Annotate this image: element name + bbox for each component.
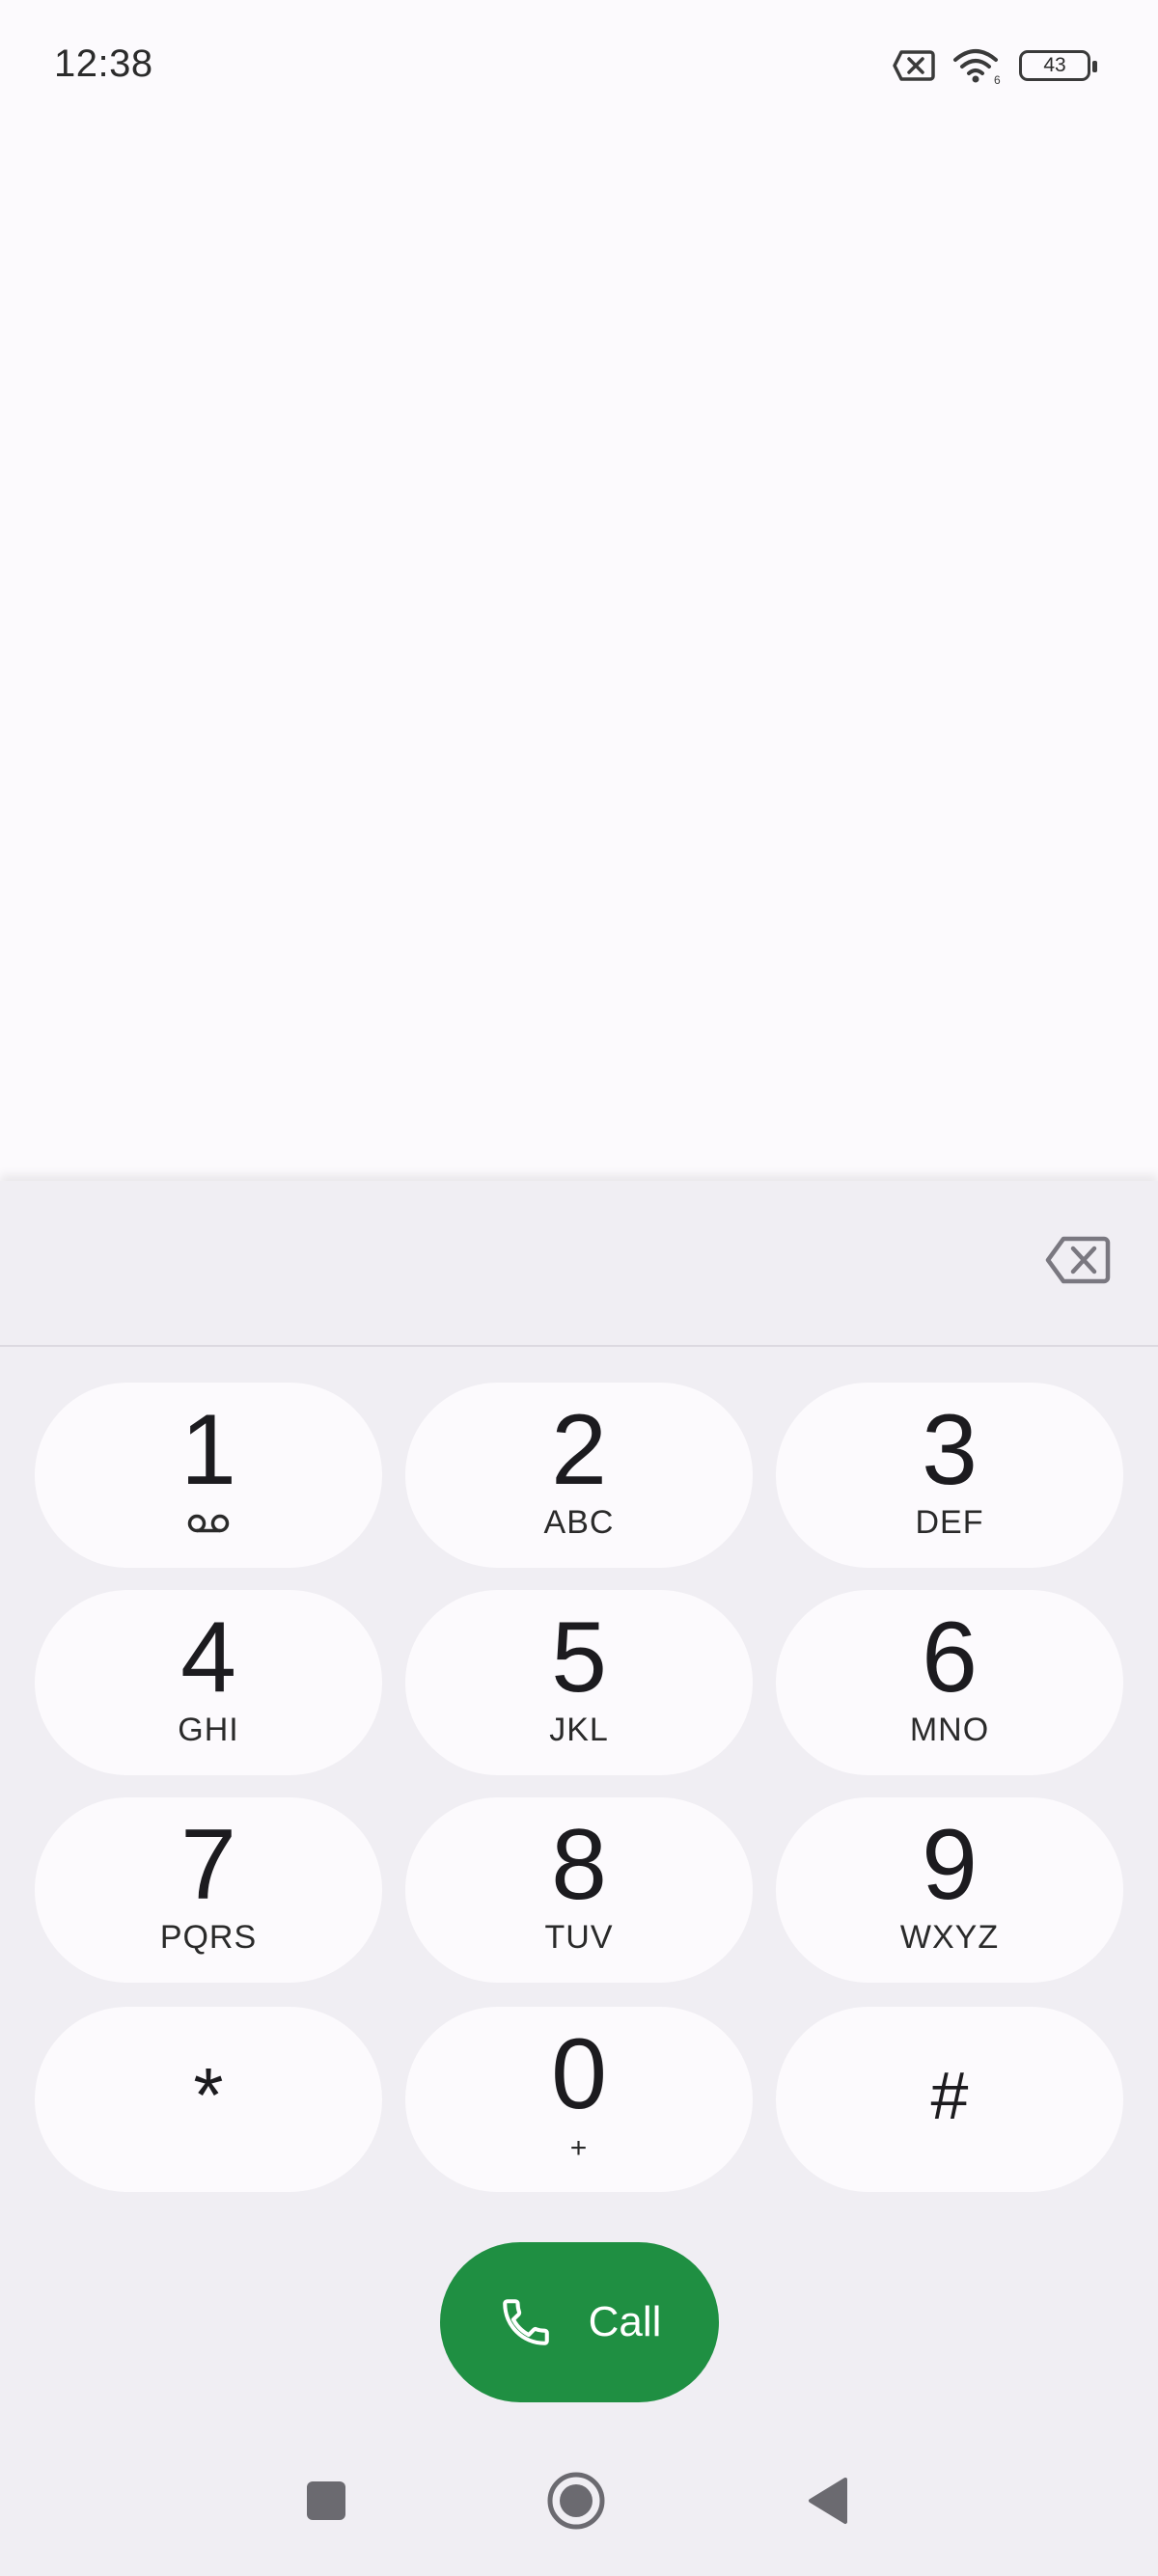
key-letters: JKL	[549, 1712, 609, 1748]
dialpad-key-6[interactable]: 6 MNO	[776, 1590, 1123, 1775]
dialpad-key-pound[interactable]: #	[776, 2007, 1123, 2192]
dialpad-key-1[interactable]: 1	[35, 1383, 382, 1568]
dialpad-key-8[interactable]: 8 TUV	[405, 1797, 753, 1983]
key-letters: ABC	[543, 1504, 615, 1541]
battery-level: 43	[1043, 54, 1066, 76]
key-letters: MNO	[909, 1712, 990, 1748]
key-digit: 9	[922, 1809, 978, 1921]
key-letters: DEF	[915, 1504, 984, 1541]
phone-icon	[502, 2299, 549, 2345]
key-digit: 5	[551, 1602, 607, 1713]
dialpad-key-star[interactable]: *	[35, 2007, 382, 2192]
status-bar: 12:38 6 43	[0, 0, 1158, 135]
dialpad-key-0[interactable]: 0 +	[405, 2007, 753, 2192]
back-triangle-icon	[809, 2478, 847, 2524]
status-icons: 6 43	[892, 46, 1097, 85]
recents-button[interactable]	[288, 2462, 365, 2539]
key-digit: 2	[551, 1394, 607, 1506]
key-digit: #	[930, 2058, 969, 2133]
dialpad-key-3[interactable]: 3 DEF	[776, 1383, 1123, 1568]
battery-icon: 43	[1019, 50, 1097, 81]
back-button[interactable]	[789, 2462, 867, 2539]
key-digit: 6	[922, 1602, 978, 1713]
key-letters: PQRS	[159, 1919, 258, 1956]
call-button[interactable]: Call	[440, 2242, 719, 2402]
sim-error-icon	[893, 50, 935, 81]
home-circle-icon	[547, 2472, 605, 2530]
dialpad-key-9[interactable]: 9 WXYZ	[776, 1797, 1123, 1983]
key-digit: 3	[922, 1394, 978, 1506]
number-display-row	[0, 1181, 1158, 1347]
search-results-area	[0, 135, 1158, 1181]
recents-square-icon	[307, 2481, 345, 2520]
backspace-icon	[1045, 1236, 1111, 1284]
dialpad-key-2[interactable]: 2 ABC	[405, 1383, 753, 1568]
call-label: Call	[588, 2298, 662, 2345]
dialpad-key-4[interactable]: 4 GHI	[35, 1590, 382, 1775]
wifi-icon: 6	[953, 49, 1001, 85]
key-letters: +	[569, 2132, 589, 2164]
key-digit: 4	[180, 1602, 236, 1713]
voicemail-icon	[187, 1514, 230, 1533]
key-digit: 0	[551, 2018, 607, 2130]
status-time: 12:38	[54, 42, 153, 85]
dialpad-panel: 1 2 ABC 3 DEF 4 GHI 5 JKL 6 MNO 7 PQRS 8…	[0, 1181, 1158, 2576]
key-digit: *	[193, 2052, 224, 2138]
key-digit: 7	[180, 1809, 236, 1921]
svg-text:6: 6	[994, 73, 1001, 85]
home-button[interactable]	[538, 2462, 615, 2539]
backspace-button[interactable]	[1044, 1233, 1112, 1287]
dialpad-key-7[interactable]: 7 PQRS	[35, 1797, 382, 1983]
phone-number-field[interactable]	[77, 1219, 988, 1308]
navigation-bar	[0, 2431, 1158, 2576]
key-letters: TUV	[544, 1919, 614, 1956]
key-letters: WXYZ	[899, 1919, 1000, 1956]
key-digit: 8	[551, 1809, 607, 1921]
dialpad-key-5[interactable]: 5 JKL	[405, 1590, 753, 1775]
key-letters: GHI	[178, 1712, 239, 1748]
key-digit: 1	[180, 1394, 236, 1506]
